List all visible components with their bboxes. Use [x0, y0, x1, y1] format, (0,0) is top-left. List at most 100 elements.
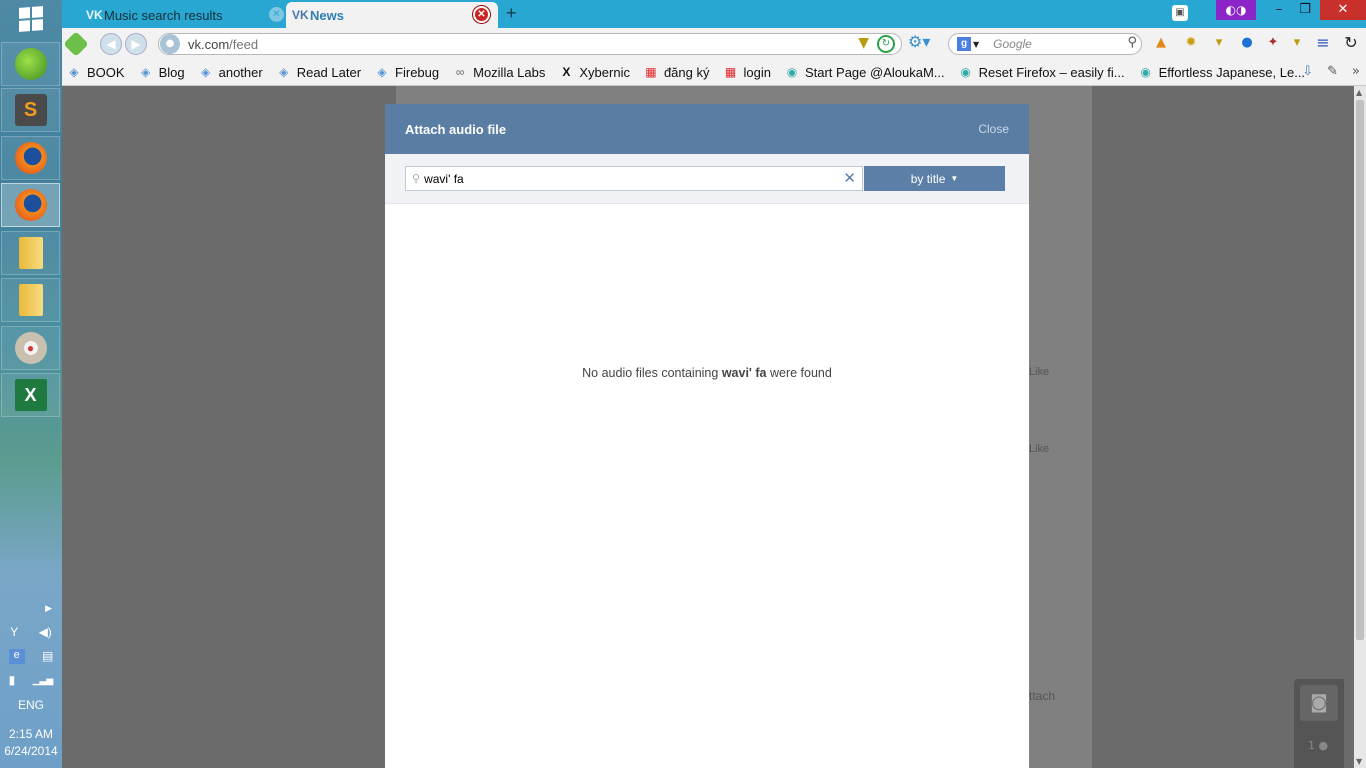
camera-widget[interactable]: ◙ 1 ● [1294, 679, 1344, 768]
bookmark-blog[interactable]: ◈ Blog [138, 64, 185, 80]
taskbar-app-paint[interactable]: ● [1, 326, 60, 370]
bookmark-start-page[interactable]: ◉ Start Page @AloukaM... [784, 64, 945, 80]
bookmark-label: BOOK [87, 64, 125, 80]
no-results-suffix: were found [769, 366, 832, 380]
addon-4-icon[interactable]: ● [1238, 34, 1256, 52]
network-icon[interactable]: Y [10, 625, 18, 639]
overflow-chevron-icon[interactable]: » [1352, 64, 1360, 79]
tab-label: Music search results [104, 7, 223, 23]
shield-icon: ◈ [69, 65, 79, 79]
photo-count: 1 [1308, 739, 1315, 752]
page-scrollbar[interactable]: ▲ ▼ [1354, 86, 1366, 768]
addon-2-icon[interactable]: ✹ [1182, 34, 1200, 52]
volume-icon[interactable]: ◀) [39, 625, 52, 639]
addon-3-icon[interactable]: ▾ [1210, 34, 1228, 52]
parrot-icon [14, 48, 47, 80]
audio-search-panel: ⚲ ✕ by title ▼ [385, 154, 1029, 204]
signal-icon[interactable]: ▁▃▅ [33, 675, 54, 686]
sync-icon[interactable]: ↻ [1342, 34, 1360, 52]
minimize-button[interactable]: – [1266, 0, 1292, 20]
tab-news[interactable]: VK News ✕ [286, 2, 498, 28]
taskbar-app-explorer-2[interactable] [1, 278, 60, 322]
keyboard-tray-icon[interactable]: ▤ [42, 649, 53, 663]
addon-6-icon[interactable]: ▾ [1288, 34, 1306, 52]
addon-1-icon[interactable]: ▲ [1152, 34, 1170, 52]
clock[interactable]: 2:15 AM 6/24/2014 [0, 726, 62, 760]
bookmark-label: another [218, 64, 263, 80]
taskbar-app-sublime[interactable]: S [1, 88, 60, 132]
search-icon[interactable]: ⚲ [1127, 35, 1137, 50]
bookmark-another[interactable]: ◈ another [198, 64, 263, 80]
bookmark-star-icon[interactable]: ▼ [858, 35, 869, 51]
reload-icon[interactable]: ↻ [877, 35, 895, 53]
google-engine-icon[interactable]: g [957, 37, 971, 51]
download-icon[interactable]: ⇩ [1302, 64, 1313, 79]
scroll-up-icon[interactable]: ▲ [1356, 88, 1362, 97]
bookmark-login[interactable]: ▦ login [723, 64, 771, 80]
ie-tray-icon[interactable]: e [8, 648, 25, 664]
bookmark-label: Start Page @AloukaM... [804, 64, 945, 80]
scroll-down-icon[interactable]: ▼ [1356, 757, 1362, 766]
bookmark-read-later[interactable]: ◈ Read Later [276, 64, 361, 80]
addon-5-icon[interactable]: ✦ [1264, 34, 1282, 52]
firefox-icon [14, 142, 47, 174]
dialog-close-link[interactable]: Close [978, 122, 1009, 136]
audio-search-input[interactable] [424, 171, 825, 186]
url-bar[interactable]: ● vk.com/feed ▼ ↻ [158, 33, 902, 55]
taskbar-app-parrot[interactable] [1, 42, 60, 86]
bookmark-effortless-japanese[interactable]: ◉ Effortless Japanese, Le... [1138, 64, 1305, 80]
shield-icon: ◈ [200, 65, 211, 79]
bookmark-dang-ky[interactable]: ▦ đăng ký [643, 64, 710, 80]
bookmark-mozilla-labs[interactable]: ∞ Mozilla Labs [452, 64, 546, 80]
private-mask-icon[interactable]: ◐◑ [1216, 0, 1256, 20]
no-results-prefix: No audio files containing [582, 366, 719, 380]
search-by-label: by title [910, 171, 946, 186]
dialog-header: Attach audio file Close [385, 104, 1029, 154]
bookmark-label: đăng ký [663, 64, 710, 80]
globe-icon: ◉ [960, 65, 971, 79]
clear-search-icon[interactable]: ✕ [843, 170, 856, 187]
tab-close-icon[interactable]: ✕ [269, 7, 284, 22]
tab-close-icon[interactable]: ✕ [473, 6, 490, 23]
scrollbar-thumb[interactable] [1356, 100, 1364, 640]
url-text[interactable]: vk.com/feed [188, 37, 258, 52]
site-identity-icon[interactable]: ● [160, 34, 180, 54]
audio-search-box[interactable]: ⚲ ✕ [405, 166, 863, 191]
taskbar-app-firefox-active[interactable] [1, 183, 60, 227]
taskbar-app-explorer[interactable] [1, 231, 60, 275]
window-close-button[interactable]: ✕ [1320, 0, 1366, 20]
menu-icon[interactable]: ≡ [1314, 34, 1332, 52]
feedly-icon[interactable] [63, 31, 89, 57]
bookmark-label: Firebug [395, 64, 440, 80]
search-by-dropdown[interactable]: by title ▼ [864, 166, 1005, 191]
language-indicator[interactable]: ENG [0, 698, 62, 712]
maximize-button[interactable]: ❐ [1292, 0, 1318, 20]
new-tab-icon[interactable]: + [506, 3, 517, 24]
bookmark-reset-firefox[interactable]: ◉ Reset Firefox – easily fi... [958, 64, 1124, 80]
shield-icon: ◈ [140, 65, 151, 79]
extension-gears-icon[interactable]: ⚙▾ [908, 32, 930, 51]
taskbar-app-firefox[interactable] [1, 136, 60, 180]
bookmark-label: Blog [158, 64, 185, 80]
tab-music-search[interactable]: VK Music search results ✕ [80, 2, 286, 28]
battery-icon[interactable]: ▮ [9, 673, 16, 687]
show-hidden-icons-icon[interactable]: ▶ [45, 603, 52, 614]
shield-icon: ◈ [279, 65, 289, 79]
taskbar-app-excel[interactable]: X [1, 373, 60, 417]
screenshot-addon-icon[interactable]: ▣ [1172, 5, 1188, 21]
paint-palette-icon: ● [14, 332, 47, 364]
forward-arrow-icon[interactable]: ▶ [125, 33, 147, 55]
start-button[interactable] [0, 0, 62, 38]
tools-icon[interactable]: ✎ [1327, 64, 1338, 79]
bookmark-book[interactable]: ◈ BOOK [66, 64, 125, 80]
firefox-icon [14, 189, 47, 221]
bookmark-xybernic[interactable]: X Xybernic [558, 64, 630, 80]
excel-icon: X [14, 379, 47, 411]
checker-icon: ▦ [645, 65, 657, 79]
bookmark-firebug[interactable]: ◈ Firebug [374, 64, 439, 80]
back-arrow-icon[interactable]: ◀ [100, 33, 122, 55]
engine-dropdown-icon[interactable]: ▼ [973, 40, 979, 49]
search-bar[interactable]: g ▼ Google ⚲ [948, 33, 1142, 55]
sublime-icon: S [14, 94, 47, 126]
shield-icon: ◈ [377, 65, 387, 79]
